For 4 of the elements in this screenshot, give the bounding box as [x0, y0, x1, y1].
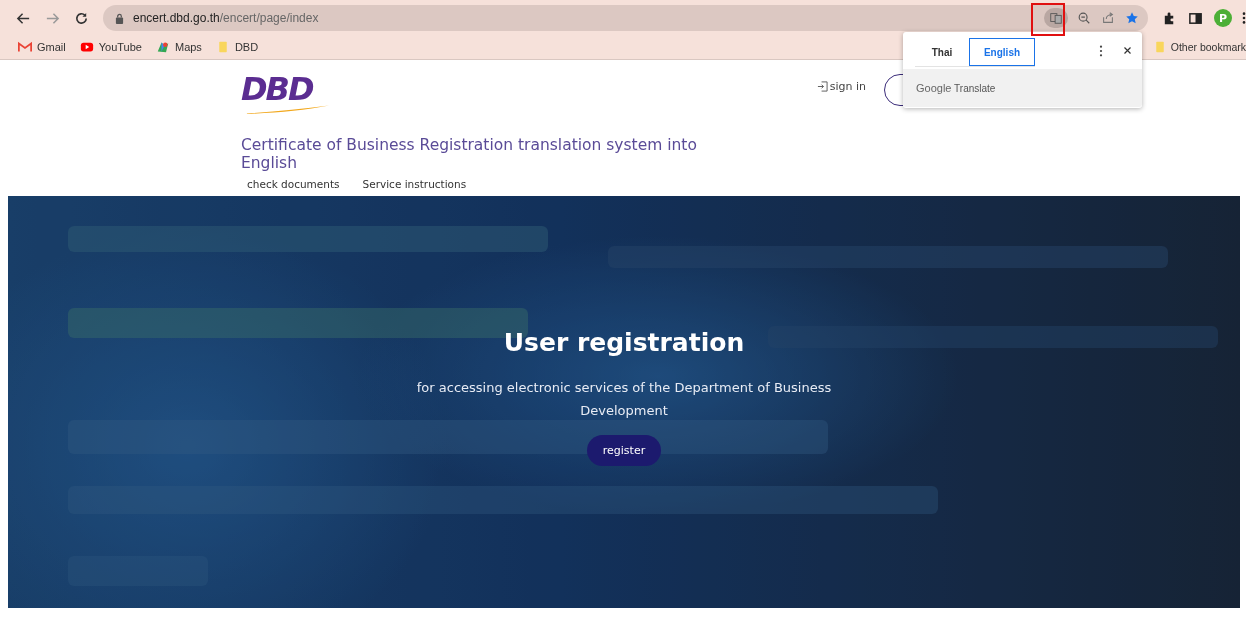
hero-subtitle: for accessing electronic services of the Department of Business Development — [415, 379, 833, 420]
site-title: Certificate of Business Registration translation system into English — [241, 136, 698, 172]
google-translate-label: Google Translate — [916, 82, 996, 94]
hero-heading: User registration — [503, 327, 745, 359]
